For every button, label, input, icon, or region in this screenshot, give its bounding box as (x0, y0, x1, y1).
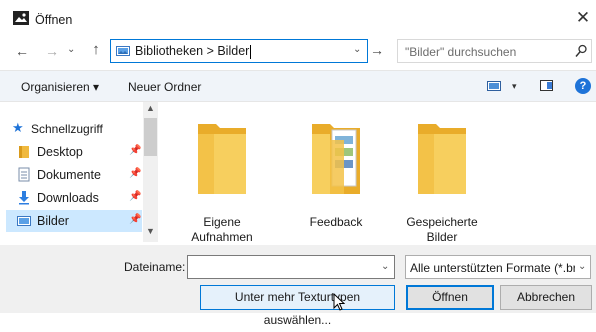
sidebar-item-label: Desktop (37, 145, 83, 159)
pin-icon: 📌 (129, 214, 142, 225)
pin-icon: 📌 (129, 145, 142, 156)
close-button[interactable]: ✕ (573, 8, 593, 28)
address-bar[interactable]: Bibliotheken > Bilder ⌄ (110, 39, 368, 63)
sidebar-item-pictures[interactable]: Bilder 📌 (6, 210, 142, 232)
address-path: Bibliotheken > Bilder (135, 44, 252, 59)
folder-item-eigene-aufnahmen[interactable]: Eigene Aufnahmen (183, 112, 261, 244)
file-name: Eigene Aufnahmen (191, 215, 253, 244)
filename-dropdown-icon[interactable]: ⌄ (381, 261, 389, 272)
scroll-thumb[interactable] (144, 118, 157, 156)
search-icon[interactable] (575, 44, 587, 58)
folder-with-images-icon (312, 124, 360, 194)
folder-item-gespeicherte-bilder[interactable]: Gespeicherte Bilder (403, 112, 481, 244)
go-button[interactable]: → (370, 42, 384, 58)
sidebar-scrollbar[interactable]: ▲ ▼ (143, 102, 158, 242)
pin-icon: 📌 (129, 168, 142, 179)
filetype-select[interactable]: Alle unterstützten Formate (*.br ⌄ (405, 255, 591, 279)
sidebar-item-desktop[interactable]: Desktop 📌 (6, 141, 142, 163)
search-input[interactable]: "Bilder" durchsuchen (405, 45, 516, 59)
search-box[interactable]: "Bilder" durchsuchen (397, 39, 592, 63)
folder-item-feedback[interactable]: Feedback (297, 112, 375, 242)
sidebar-item-label: Downloads (37, 191, 99, 205)
folder-icon (198, 124, 246, 194)
file-name: Gespeicherte Bilder (406, 215, 478, 244)
forward-button[interactable]: → (44, 43, 60, 59)
scroll-down-icon[interactable]: ▼ (146, 226, 155, 236)
star-icon: ★ (12, 120, 24, 135)
new-folder-button[interactable]: Neuer Ordner (128, 80, 201, 94)
pictures-library-icon (116, 46, 130, 56)
chevron-down-icon: ⌄ (578, 261, 587, 272)
sidebar-item-label: Schnellzugriff (31, 122, 103, 136)
recent-locations-button[interactable]: ⌄ (67, 44, 75, 55)
preview-pane-icon[interactable] (540, 80, 553, 91)
more-texture-types-button[interactable]: Unter mehr Texturtypen auswählen... (200, 285, 395, 327)
mouse-cursor-icon (333, 293, 345, 311)
desktop-folder-icon (19, 146, 29, 158)
file-selection-panel: Dateiname: ⌄ Alle unterstützten Formate … (0, 245, 596, 327)
sidebar-item-quick-access[interactable]: ★ Schnellzugriff (6, 118, 142, 140)
view-options-icon[interactable] (487, 81, 501, 91)
navigation-pane: ★ Schnellzugriff Desktop 📌 Dokumente 📌 D… (0, 102, 158, 245)
address-dropdown-button[interactable]: ⌄ (353, 44, 361, 55)
folder-icon (418, 124, 466, 194)
command-toolbar: Organisieren ▾ Neuer Ordner ▾ ? (0, 70, 596, 102)
filename-label: Dateiname: (124, 260, 186, 274)
up-button[interactable]: ↑ (88, 42, 104, 58)
app-icon (13, 11, 29, 25)
cancel-button[interactable]: Abbrechen (500, 285, 592, 310)
view-dropdown-button[interactable]: ▾ (512, 81, 517, 92)
open-button[interactable]: Öffnen (406, 285, 494, 310)
back-button[interactable]: ← (14, 43, 30, 59)
documents-icon (18, 167, 30, 182)
file-name: Feedback (309, 215, 363, 229)
title-bar: Öffnen ✕ (0, 0, 596, 38)
organize-button[interactable]: Organisieren ▾ (21, 80, 99, 94)
help-icon[interactable]: ? (575, 78, 591, 94)
sidebar-item-documents[interactable]: Dokumente 📌 (6, 164, 142, 186)
scroll-up-icon[interactable]: ▲ (146, 103, 155, 113)
filetype-selected: Alle unterstützten Formate (*.br (410, 261, 575, 275)
sidebar-item-downloads[interactable]: Downloads 📌 (6, 187, 142, 209)
pictures-icon (17, 216, 31, 226)
downloads-icon (19, 191, 29, 205)
sidebar-item-label: Dokumente (37, 168, 101, 182)
sidebar-item-label: Bilder (37, 214, 69, 228)
window-title: Öffnen (35, 13, 73, 27)
pin-icon: 📌 (129, 191, 142, 202)
filename-input[interactable]: ⌄ (187, 255, 395, 279)
